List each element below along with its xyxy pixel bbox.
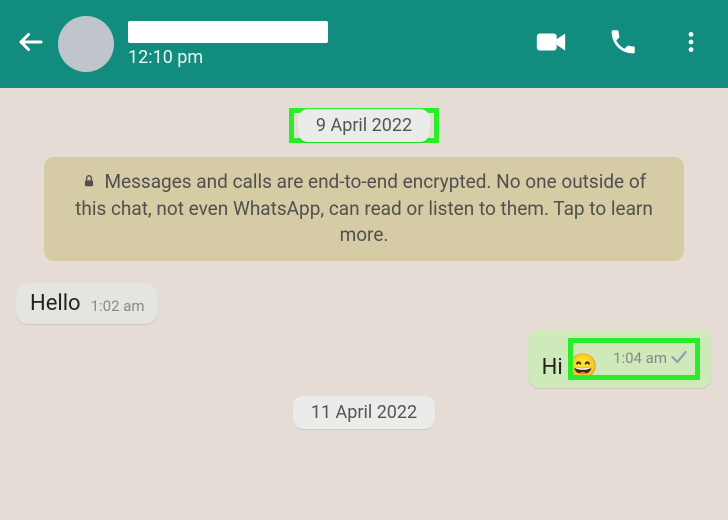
annotation-highlight: 1:04 am: [568, 338, 700, 380]
encryption-text: Messages and calls are end-to-end encryp…: [75, 170, 653, 246]
back-icon[interactable]: [16, 27, 46, 61]
date-pill: 9 April 2022: [298, 109, 430, 142]
message-row-incoming: Hello 1:02 am: [16, 283, 712, 324]
date-separator: 11 April 2022: [8, 396, 720, 429]
message-time: 1:04 am: [613, 349, 667, 368]
more-options-icon[interactable]: [678, 29, 704, 59]
voice-call-icon[interactable]: [608, 27, 638, 61]
message-row-outgoing: Hi 😄 1:04 am: [16, 330, 712, 388]
avatar[interactable]: [58, 16, 114, 72]
date-separator: 9 April 2022: [8, 108, 720, 143]
message-time: 1:02 am: [91, 297, 145, 316]
message-bubble-incoming[interactable]: Hello 1:02 am: [16, 283, 157, 324]
message-bubble-outgoing[interactable]: Hi 😄 1:04 am: [528, 330, 712, 388]
lock-icon: [82, 170, 101, 193]
contact-name: [128, 21, 328, 43]
chat-header: 12:10 pm: [0, 0, 728, 88]
video-call-icon[interactable]: [534, 25, 568, 63]
check-icon: [669, 347, 689, 371]
chat-area[interactable]: 9 April 2022 Messages and calls are end-…: [0, 88, 728, 520]
message-text: Hello: [30, 291, 81, 316]
encryption-notice[interactable]: Messages and calls are end-to-end encryp…: [44, 157, 684, 261]
last-seen-text: 12:10 pm: [128, 47, 534, 68]
contact-info[interactable]: 12:10 pm: [128, 21, 534, 68]
date-pill: 11 April 2022: [293, 396, 435, 429]
header-actions: [534, 25, 712, 63]
annotation-highlight: 9 April 2022: [289, 108, 439, 143]
